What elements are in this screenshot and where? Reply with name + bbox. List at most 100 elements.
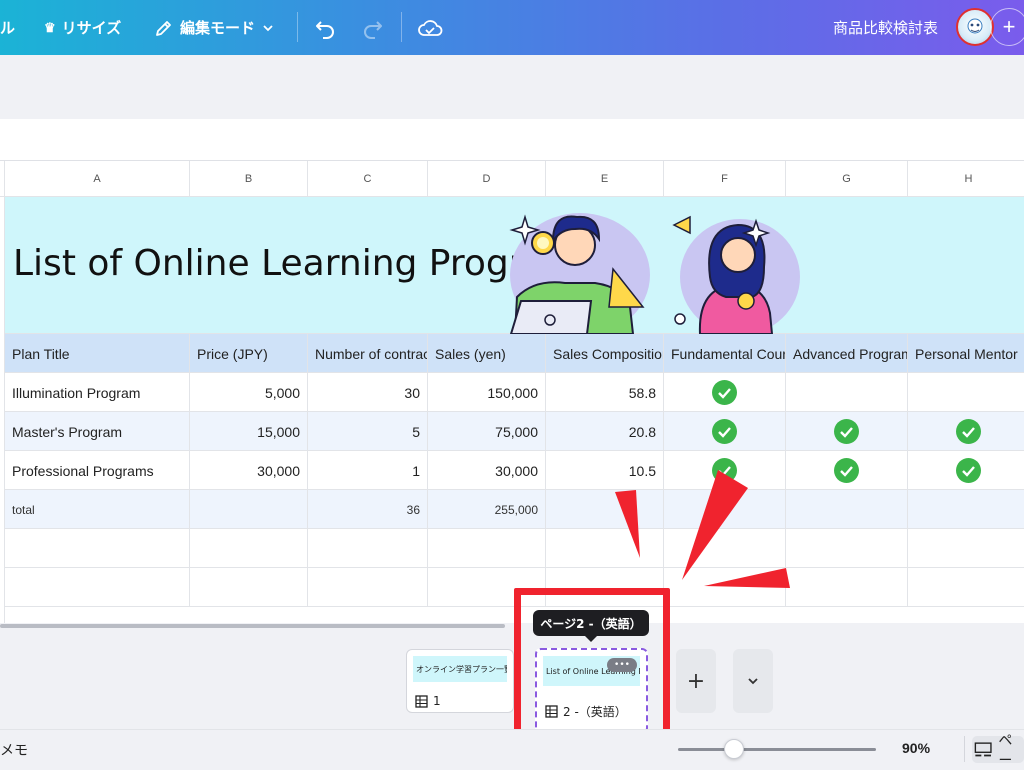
price-cell[interactable]: 5,000 [190,373,308,412]
sales-cell[interactable]: 75,000 [428,412,546,451]
fundamental-cell[interactable] [664,373,786,412]
expand-pages-button[interactable] [733,649,773,713]
plan-cell[interactable]: Illumination Program [5,373,190,412]
redo-button[interactable] [361,0,385,55]
header-contracts[interactable]: Number of contracts [308,334,428,373]
title-row[interactable]: List of Online Learning Programs [5,197,1024,334]
empty-cell[interactable] [190,568,308,607]
fundamental-cell[interactable] [664,412,786,451]
column-header-d[interactable]: D [428,161,546,197]
column-header-a[interactable]: A [5,161,190,197]
pencil-icon [156,20,171,36]
total-row[interactable]: total 36 255,000 [5,490,1024,529]
toolbar-area [0,55,1024,119]
chevron-down-icon [748,678,758,685]
column-header-e[interactable]: E [546,161,664,197]
table-row[interactable]: Professional Programs 30,000 1 30,000 10… [5,451,1024,490]
undo-button[interactable] [313,0,337,55]
column-header-f[interactable]: F [664,161,786,197]
total-label-cell[interactable]: total [5,490,190,529]
empty-cell[interactable] [308,568,428,607]
table-header-row[interactable]: Plan Title Price (JPY) Number of contrac… [5,334,1024,373]
file-menu[interactable]: ル [0,0,15,55]
table-row[interactable]: Illumination Program 5,000 30 150,000 58… [5,373,1024,412]
column-header-h[interactable]: H [908,161,1024,197]
contracts-cell[interactable]: 5 [308,412,428,451]
check-icon [956,419,981,444]
empty-cell[interactable] [5,568,190,607]
page-1-label-group: 1 [415,694,441,708]
sales-cell[interactable]: 150,000 [428,373,546,412]
empty-cell[interactable] [786,568,908,607]
empty-cell[interactable] [308,529,428,568]
table-row[interactable]: Master's Program 15,000 5 75,000 20.8 [5,412,1024,451]
empty-cell[interactable] [5,529,190,568]
zoom-level[interactable]: 90% [902,740,930,756]
add-page-button[interactable]: + [676,649,716,713]
empty-cell[interactable] [786,529,908,568]
total-contracts-cell[interactable]: 36 [308,490,428,529]
column-header-c[interactable]: C [308,161,428,197]
spreadsheet[interactable]: A B C D E F G H List of Online Learning … [0,161,1024,623]
avatar-image-icon [967,18,983,34]
empty-cell[interactable] [908,568,1024,607]
contracts-cell[interactable]: 30 [308,373,428,412]
header-composition[interactable]: Sales Composition [546,334,664,373]
column-header-b[interactable]: B [190,161,308,197]
price-cell[interactable]: 15,000 [190,412,308,451]
advanced-cell[interactable] [786,412,908,451]
header-plan-title[interactable]: Plan Title [5,334,190,373]
composition-cell[interactable]: 58.8 [546,373,664,412]
zoom-slider[interactable] [678,748,876,751]
empty-cell[interactable] [908,490,1024,529]
total-price-cell[interactable] [190,490,308,529]
empty-row[interactable] [5,529,1024,568]
annotation-highlight-box [514,588,670,746]
empty-cell[interactable] [428,529,546,568]
check-icon [712,380,737,405]
toolbar-divider [401,12,402,42]
formula-bar[interactable] [0,119,1024,161]
check-icon [712,419,737,444]
plan-cell[interactable]: Master's Program [5,412,190,451]
composition-cell[interactable]: 20.8 [546,412,664,451]
page-strip: オンライン学習プラン一覧 1 List of Online Learning P… [0,629,1024,734]
column-header-g[interactable]: G [786,161,908,197]
footer-bar: メモ 90% ペー [0,729,1024,768]
header-sales[interactable]: Sales (yen) [428,334,546,373]
empty-cell[interactable] [908,529,1024,568]
pages-view-button[interactable]: ペー [972,732,1024,768]
advanced-cell[interactable] [786,373,908,412]
total-sales-cell[interactable]: 255,000 [428,490,546,529]
zoom-slider-handle[interactable] [724,739,744,759]
plus-icon: + [686,668,706,694]
mentor-cell[interactable] [908,373,1024,412]
empty-cell[interactable] [190,529,308,568]
sales-cell[interactable]: 30,000 [428,451,546,490]
scrollbar-thumb[interactable] [0,624,505,628]
plus-icon: + [1002,14,1016,39]
add-collaborator-button[interactable]: + [990,8,1024,46]
resize-button[interactable]: ♛ リサイズ [44,0,121,55]
edit-mode-button[interactable]: 編集モード [154,0,275,55]
header-advanced[interactable]: Advanced Program [786,334,908,373]
notes-button[interactable]: メモ [0,740,28,760]
avatar[interactable] [956,8,994,46]
header-price[interactable]: Price (JPY) [190,334,308,373]
header-fundamental[interactable]: Fundamental Course [664,334,786,373]
empty-cell[interactable] [786,490,908,529]
advanced-cell[interactable] [786,451,908,490]
cloud-save-button[interactable] [417,0,443,55]
document-title[interactable]: 商品比較検討表 [833,0,938,55]
plan-cell[interactable]: Professional Programs [5,451,190,490]
mentor-cell[interactable] [908,451,1024,490]
mentor-cell[interactable] [908,412,1024,451]
check-icon [956,458,981,483]
contracts-cell[interactable]: 1 [308,451,428,490]
toolbar-divider [297,12,298,42]
file-menu-label: ル [0,20,16,37]
header-mentor[interactable]: Personal Mentor [908,334,1024,373]
footer-divider [964,736,965,762]
price-cell[interactable]: 30,000 [190,451,308,490]
page-thumbnail-1[interactable]: オンライン学習プラン一覧 1 [406,649,514,713]
